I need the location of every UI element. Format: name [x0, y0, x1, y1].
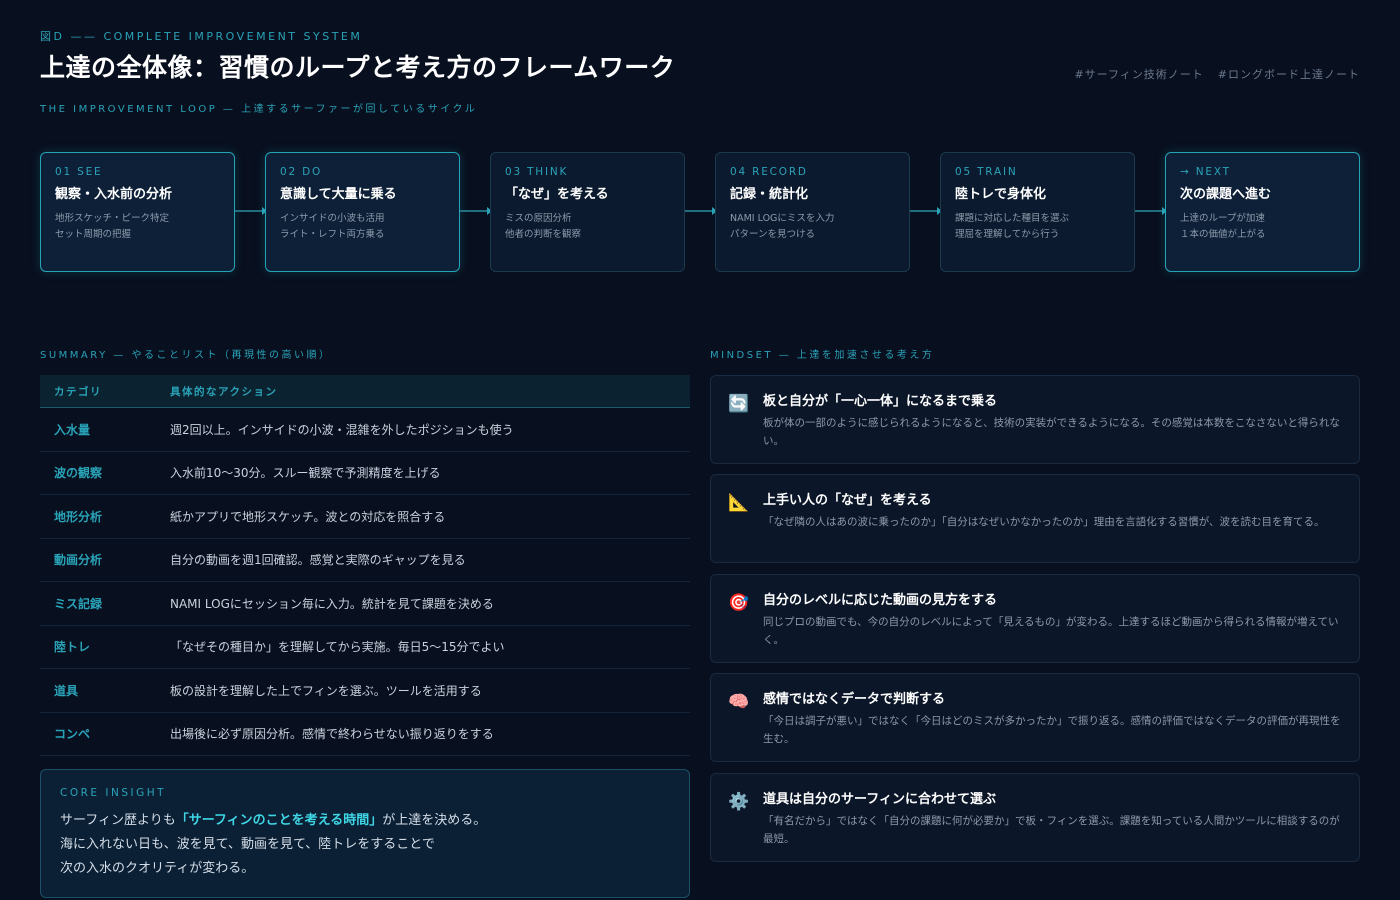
row-action: 紙かアプリで地形スケッチ。波との対応を照合する: [170, 509, 446, 524]
table-header: カテゴリ 具体的なアクション: [40, 375, 690, 408]
target-icon: 🎯: [728, 593, 750, 613]
step-do: 02 DO 意識して大量に乗る インサイドの小波も活用 ライト・レフト両方乗る: [265, 152, 460, 272]
figure-label: 図D —— COMPLETE IMPROVEMENT SYSTEM: [40, 30, 363, 43]
table-row: 波の観察 入水前10〜30分。スルー観察で予測精度を上げる: [40, 452, 690, 495]
row-category: コンペ: [54, 727, 91, 742]
row-action: 板の設計を理解した上でフィンを選ぶ。ツールを活用する: [170, 683, 482, 698]
step-title: 意識して大量に乗る: [280, 187, 397, 202]
step-title: 「なぜ」を考える: [505, 187, 609, 202]
tag-longboard[interactable]: #ロングボード上達ノート: [1218, 66, 1360, 82]
mindset-card: 🔄 板と自分が「一心一体」になるまで乗る 板が体の一部のように感じられるようにな…: [710, 375, 1360, 464]
step-train: 05 TRAIN 陸トレで身体化 課題に対応した種目を選ぶ 理屈を理解してから行う: [940, 152, 1135, 272]
row-action: NAMI LOGにセッション毎に入力。統計を見て課題を決める: [170, 596, 494, 611]
table-row: 陸トレ 「なぜその種目か」を理解してから実施。毎日5〜15分でよい: [40, 626, 690, 669]
step-description: NAMI LOGにミスを入力 パターンを見つける: [730, 213, 835, 240]
mindset-card: 🎯 自分のレベルに応じた動画の見方をする 同じプロの動画でも、今の自分のレベルに…: [710, 574, 1360, 663]
summary-section-label: SUMMARY — やることリスト（再現性の高い順）: [40, 350, 332, 361]
page-title: 上達の全体像：習慣のループと考え方のフレームワーク: [40, 53, 676, 82]
step-title: 観察・入水前の分析: [55, 187, 173, 202]
step-title: 陸トレで身体化: [955, 187, 1047, 202]
mindset-description: 「今日は調子が悪い」ではなく「今日はどのミスが多かったか」で振り返る。感情の評価…: [763, 715, 1341, 745]
step-description: ミスの原因分析 他者の判断を観察: [505, 213, 582, 240]
insight-label: CORE INSIGHT: [60, 787, 167, 799]
step-number: 05 TRAIN: [955, 166, 1018, 178]
row-category: 動画分析: [54, 553, 103, 568]
mindset-description: 同じプロの動画でも、今の自分のレベルによって「見えるもの」が変わる。上達するほど…: [763, 616, 1339, 646]
arrow-connector: [235, 207, 267, 215]
column-header-action: 具体的なアクション: [170, 385, 278, 398]
mindset-card: 🧠 感情ではなくデータで判断する 「今日は調子が悪い」ではなく「今日はどのミスが…: [710, 673, 1360, 762]
arrow-connector: [460, 207, 492, 215]
tag-list: #サーフィン技術ノート #ロングボード上達ノート: [1074, 66, 1360, 82]
row-action: 出場後に必ず原因分析。感情で終わらせない振り返りをする: [170, 727, 494, 742]
step-title: 次の課題へ進む: [1180, 187, 1272, 202]
mindset-title: 上手い人の「なぜ」を考える: [763, 493, 932, 508]
insight-emphasis: 「サーフィンのことを考える時間」: [175, 813, 383, 828]
mindset-title: 板と自分が「一心一体」になるまで乗る: [763, 394, 998, 409]
row-category: 道具: [54, 683, 79, 698]
step-number: → NEXT: [1180, 166, 1231, 178]
step-number: 02 DO: [280, 166, 323, 178]
step-number: 03 THINK: [505, 166, 569, 178]
table-row: 動画分析 自分の動画を週1回確認。感覚と実際のギャップを見る: [40, 539, 690, 582]
gear-icon: ⚙️: [728, 792, 750, 812]
table-row: 入水量 週2回以上。インサイドの小波・混雑を外したポジションも使う: [40, 408, 690, 452]
row-category: 陸トレ: [54, 640, 91, 655]
step-think: 03 THINK 「なぜ」を考える ミスの原因分析 他者の判断を観察: [490, 152, 685, 272]
step-record: 04 RECORD 記録・統計化 NAMI LOGにミスを入力 パターンを見つける: [715, 152, 910, 272]
step-description: 地形スケッチ・ピーク特定 セット周期の把握: [55, 213, 170, 240]
loop-section-label: THE IMPROVEMENT LOOP — 上達するサーファーが回しているサイ…: [40, 104, 478, 115]
insight-text: サーフィン歴よりも「サーフィンのことを考える時間」が上達を決める。 海に入れない…: [60, 813, 487, 876]
mindset-card: ⚙️ 道具は自分のサーフィンに合わせて選ぶ 「有名だから」ではなく「自分の課題に…: [710, 773, 1360, 862]
summary-table: カテゴリ 具体的なアクション 入水量 週2回以上。インサイドの小波・混雑を外した…: [40, 375, 690, 756]
column-header-category: カテゴリ: [54, 385, 102, 398]
step-see: 01 SEE 観察・入水前の分析 地形スケッチ・ピーク特定 セット周期の把握: [40, 152, 235, 272]
row-category: 地形分析: [54, 509, 103, 524]
brain-icon: 🧠: [728, 692, 750, 712]
step-number: 01 SEE: [55, 166, 103, 178]
row-action: 入水前10〜30分。スルー観察で予測精度を上げる: [170, 466, 441, 481]
improvement-loop: 01 SEE 観察・入水前の分析 地形スケッチ・ピーク特定 セット周期の把握 02…: [40, 152, 1360, 272]
cycle-icon: 🔄: [728, 394, 750, 414]
row-action: 「なぜその種目か」を理解してから実施。毎日5〜15分でよい: [170, 640, 505, 655]
arrow-connector: [685, 207, 717, 215]
mindset-description: 「なぜ隣の人はあの波に乗ったのか」「自分はなぜいかなかったのか」理由を言語化する…: [763, 516, 1325, 528]
step-description: インサイドの小波も活用 ライト・レフト両方乗る: [280, 213, 385, 240]
arrow-connector: [910, 207, 942, 215]
table-row: 道具 板の設計を理解した上でフィンを選ぶ。ツールを活用する: [40, 669, 690, 713]
step-next: → NEXT 次の課題へ進む 上達のループが加速 １本の価値が上がる: [1165, 152, 1360, 272]
mindset-description: 板が体の一部のように感じられるようになると、技術の実装ができるようになる。その感…: [763, 417, 1340, 447]
step-title: 記録・統計化: [730, 187, 809, 202]
mindset-title: 感情ではなくデータで判断する: [763, 692, 946, 707]
mindset-section-label: MINDSET — 上達を加速させる考え方: [710, 350, 935, 361]
tag-surf-technique[interactable]: #サーフィン技術ノート: [1074, 66, 1203, 82]
row-action: 週2回以上。インサイドの小波・混雑を外したポジションも使う: [170, 422, 514, 437]
row-category: ミス記録: [54, 596, 103, 611]
triangle-ruler-icon: 📐: [728, 493, 750, 513]
row-category: 入水量: [54, 422, 91, 437]
mindset-title: 自分のレベルに応じた動画の見方をする: [763, 593, 998, 608]
table-row: コンペ 出場後に必ず原因分析。感情で終わらせない振り返りをする: [40, 713, 690, 756]
step-description: 上達のループが加速 １本の価値が上がる: [1180, 213, 1266, 240]
step-number: 04 RECORD: [730, 166, 808, 178]
table-row: ミス記録 NAMI LOGにセッション毎に入力。統計を見て課題を決める: [40, 582, 690, 626]
table-row: 地形分析 紙かアプリで地形スケッチ。波との対応を照合する: [40, 495, 690, 539]
arrow-connector: [1135, 207, 1167, 215]
row-category: 波の観察: [54, 466, 103, 481]
step-description: 課題に対応した種目を選ぶ 理屈を理解してから行う: [955, 213, 1070, 240]
row-action: 自分の動画を週1回確認。感覚と実際のギャップを見る: [170, 553, 466, 568]
core-insight-box: CORE INSIGHT サーフィン歴よりも「サーフィンのことを考える時間」が上…: [40, 769, 690, 898]
mindset-title: 道具は自分のサーフィンに合わせて選ぶ: [763, 792, 996, 807]
mindset-card: 📐 上手い人の「なぜ」を考える 「なぜ隣の人はあの波に乗ったのか」「自分はなぜい…: [710, 474, 1360, 563]
mindset-description: 「有名だから」ではなく「自分の課題に何が必要か」で板・フィンを選ぶ。課題を知って…: [763, 815, 1340, 845]
